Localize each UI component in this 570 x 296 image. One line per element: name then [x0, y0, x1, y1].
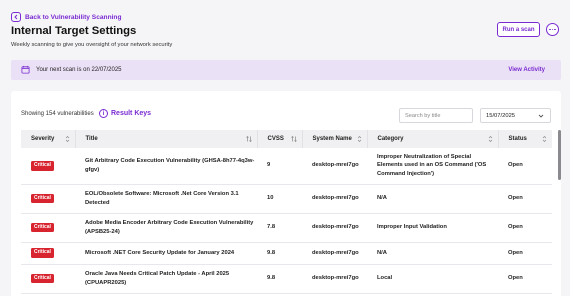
result-keys-label: Result Keys — [111, 110, 152, 117]
sort-icon — [290, 136, 297, 142]
result-keys-button[interactable]: i Result Keys — [99, 109, 151, 118]
status: Open — [498, 213, 552, 243]
vulnerability-title: Adobe Media Encoder Arbitrary Code Execu… — [75, 213, 257, 243]
sort-icon — [488, 136, 492, 142]
back-link-label: Back to Vulnerability Scanning — [25, 13, 122, 21]
system-name: desktop-mrei7go — [302, 264, 367, 294]
system-name: desktop-mrei7go — [302, 184, 367, 214]
category: Improper Input Validation — [367, 213, 498, 243]
table-row[interactable]: Critical Git Arbitrary Code Execution Vu… — [21, 148, 552, 185]
category: Improper Neutralization of Special Eleme… — [367, 148, 498, 185]
severity-badge: Critical — [31, 193, 54, 204]
run-scan-button[interactable]: Run a scan — [497, 22, 540, 37]
vulnerabilities-table: Severity Title CVSS System Name Category… — [21, 130, 552, 294]
vulnerability-title: Microsoft .NET Core Security Update for … — [75, 242, 257, 265]
status: Open — [498, 184, 552, 214]
view-activity-link[interactable]: View Activity — [508, 67, 545, 73]
cvss-score: 9 — [257, 148, 302, 185]
chevron-down-icon — [538, 114, 544, 118]
column-header-cvss[interactable]: CVSS — [257, 130, 303, 148]
more-horizontal-icon — [549, 28, 551, 31]
table-row[interactable]: Critical EOL/Obsolete Software: Microsof… — [21, 184, 552, 214]
severity-badge: Critical — [31, 273, 54, 284]
page-subtitle: Weekly scanning to give you oversight of… — [11, 42, 173, 48]
system-name: desktop-mrei7go — [302, 242, 367, 265]
table-scrollbar[interactable] — [558, 130, 561, 180]
sort-icon — [542, 136, 547, 142]
more-options-button[interactable] — [546, 23, 559, 36]
vulnerability-title: Oracle Java Needs Critical Patch Update … — [75, 264, 257, 294]
system-name: desktop-mrei7go — [302, 148, 367, 185]
vulnerabilities-card: Showing 154 vulnerabilities i Result Key… — [11, 91, 561, 296]
severity-badge: Critical — [31, 222, 54, 233]
category: Local — [367, 264, 498, 294]
table-row[interactable]: Critical Microsoft .NET Core Security Up… — [21, 242, 552, 265]
back-link[interactable]: Back to Vulnerability Scanning — [11, 12, 122, 22]
vulnerability-count: Showing 154 vulnerabilities — [21, 111, 94, 117]
page-title: Internal Target Settings — [11, 25, 137, 37]
category: N/A — [367, 184, 498, 214]
table-header-row: Severity Title CVSS System Name Category… — [21, 130, 552, 148]
sort-icon — [245, 136, 252, 142]
vulnerability-title: EOL/Obsolete Software: Microsoft .Net Co… — [75, 184, 257, 214]
table-row[interactable]: Critical Oracle Java Needs Critical Patc… — [21, 264, 552, 294]
column-header-status[interactable]: Status — [498, 130, 552, 148]
category: N/A — [367, 242, 498, 265]
search-input[interactable] — [399, 108, 473, 123]
status: Open — [498, 264, 552, 294]
date-select-value: 15/07/2025 — [486, 112, 516, 119]
severity-badge: Critical — [31, 161, 54, 171]
sort-icon — [65, 136, 69, 142]
cvss-score: 10 — [257, 184, 302, 214]
cvss-score: 9.8 — [257, 242, 302, 265]
cvss-score: 7.8 — [257, 213, 302, 243]
cvss-score: 9.8 — [257, 264, 302, 294]
next-scan-text: Your next scan is on 22/07/2025 — [36, 66, 122, 73]
sort-icon — [357, 136, 361, 142]
column-header-severity[interactable]: Severity — [21, 130, 76, 148]
info-icon: i — [99, 109, 108, 118]
chevron-left-icon — [11, 12, 21, 22]
column-header-title[interactable]: Title — [75, 130, 258, 148]
table-row[interactable]: Critical Adobe Media Encoder Arbitrary C… — [21, 213, 552, 243]
column-header-category[interactable]: Category — [367, 130, 499, 148]
severity-badge: Critical — [31, 248, 54, 258]
column-header-system-name[interactable]: System Name — [302, 130, 368, 148]
status: Open — [498, 148, 552, 185]
vulnerability-title: Git Arbitrary Code Execution Vulnerabili… — [75, 148, 257, 185]
calendar-icon — [21, 65, 30, 74]
system-name: desktop-mrei7go — [302, 213, 367, 243]
date-select[interactable]: 15/07/2025 — [480, 108, 551, 123]
status: Open — [498, 242, 552, 265]
next-scan-banner: Your next scan is on 22/07/2025 View Act… — [11, 60, 561, 80]
